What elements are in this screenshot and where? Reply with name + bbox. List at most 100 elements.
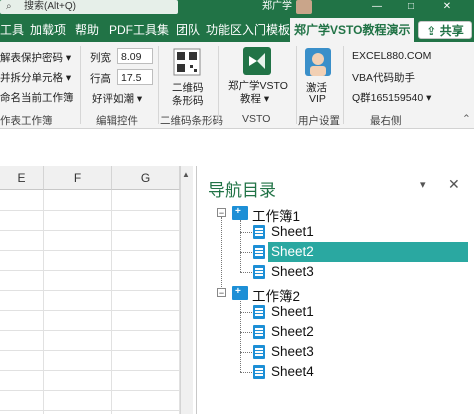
tree-wb2-sheet3[interactable]: Sheet3 [271,344,314,359]
column-header-f[interactable]: F [44,166,112,190]
minimize-button[interactable]: — [364,0,390,14]
ribbon-separator [296,46,297,124]
row-height-label: 行高 [90,73,111,85]
tab-tools[interactable]: 工具 [0,18,24,42]
search-text: 搜索(Alt+Q) [24,1,76,12]
vsto-tutorial-button[interactable]: 教程 ▾ [240,91,269,106]
share-label: 共享 [439,24,464,38]
tree-connector [240,332,252,333]
search-icon: ⌕ [6,1,12,12]
sheet-icon [253,345,265,359]
title-bar: ⌕ 搜索(Alt+Q) 郑广学 — □ ✕ [0,0,474,18]
tree-wb1-sheet3[interactable]: Sheet3 [271,264,314,279]
unprotect-sheet-button[interactable]: 解表保护密码 ▾ [0,50,71,65]
user-name[interactable]: 郑广学 [262,0,292,14]
share-icon: ⇪ [426,24,437,38]
ribbon-separator [343,46,344,124]
sheet-icon [253,265,265,279]
grid-line [0,290,180,291]
workbook-icon: + [232,206,248,220]
vip-avatar-icon[interactable] [305,48,331,79]
col-width-label: 列宽 [90,52,111,64]
workbook-icon: + [232,286,248,300]
column-header-g[interactable]: G [112,166,180,190]
sheet-icon [253,245,265,259]
column-header-e[interactable]: E [0,166,44,190]
formula-area [0,129,474,166]
rename-workbook-button[interactable]: 命名当前工作簿 [0,90,74,105]
excel880-link[interactable]: EXCEL880.COM [352,50,431,62]
tree-connector [240,220,241,272]
tab-help[interactable]: 帮助 [75,18,99,42]
tree-wb2-sheet2[interactable]: Sheet2 [271,324,314,339]
qq-group-button[interactable]: Q群165159540 ▾ [352,90,431,105]
tab-addins[interactable]: 加载项 [30,18,66,42]
sheet-icon [253,325,265,339]
vip-button-label[interactable]: VIP [309,93,326,105]
group-label-edit-controls: 编辑控件 [96,115,138,127]
tree-connector [221,217,222,293]
tab-pdf-tools[interactable]: PDF工具集 [109,18,169,42]
tree-workbook2[interactable]: 工作簿2 [252,285,300,305]
restore-button[interactable]: □ [398,0,424,14]
close-pane-icon[interactable]: ✕ [448,176,460,193]
barcode-button-label[interactable]: 条形码 [172,93,204,108]
sheet-icon [253,225,265,239]
share-button[interactable]: ⇪ 共享 [418,21,472,39]
grid-line [0,270,180,271]
vertical-scrollbar[interactable]: ▲ [180,166,193,414]
rating-dropdown[interactable]: 好评如潮 ▾ [92,91,142,106]
ribbon-tabs: 工具 加载项 帮助 PDF工具集 团队 功能区入门模板 郑广学VSTO教程演示 … [0,18,474,42]
group-label-user: 用户设置 [298,115,340,127]
collapse-ribbon-icon[interactable]: ⌃ [462,113,471,125]
vba-helper-button[interactable]: VBA代码助手 [352,70,415,85]
tab-team[interactable]: 团队 [176,18,200,42]
tab-vsto-demo[interactable]: 郑广学VSTO教程演示 [290,18,415,42]
tree-wb2-sheet1[interactable]: Sheet1 [271,304,314,319]
grid-line [0,390,180,391]
grid-line [0,410,180,411]
tab-ribbon-template[interactable]: 功能区入门模板 [206,18,290,42]
tree-connector [240,299,241,372]
collapse-workbook1-toggle[interactable]: − [217,208,226,218]
search-box[interactable]: ⌕ 搜索(Alt+Q) [0,0,178,14]
grid-line [0,310,180,311]
grid-line [0,230,180,231]
grid-line [0,210,180,211]
tree-connector [240,312,252,313]
sheet-icon [253,305,265,319]
sheet-icon [253,365,265,379]
grid-line [111,190,112,414]
collapse-workbook2-toggle[interactable]: − [217,288,226,298]
tree-workbook1[interactable]: 工作簿1 [252,205,300,225]
grid-line [0,350,180,351]
tree-connector [240,372,252,373]
scroll-up-arrow-icon[interactable]: ▲ [182,170,190,179]
nav-title: 导航目录 [208,181,276,200]
grid-line [0,250,180,251]
ribbon-separator [80,46,81,124]
ribbon-separator [218,46,219,124]
tree-wb2-sheet4[interactable]: Sheet4 [271,364,314,379]
col-width-input[interactable]: 8.09 [117,48,153,64]
close-button[interactable]: ✕ [434,0,460,14]
visual-studio-icon[interactable] [243,47,271,78]
tree-connector [240,352,252,353]
tree-connector [240,232,252,233]
qr-barcode-icon[interactable] [173,48,201,79]
pane-options-icon[interactable]: ▾ [420,178,426,191]
group-label-vsto: VSTO [242,113,271,125]
group-label-qr: 二维码条形码 [160,115,223,127]
ribbon-separator [158,46,159,124]
group-label-workbook: 作表工作簿 [0,115,53,127]
group-label-latest: 最右侧 [370,115,402,127]
tree-wb1-sheet2[interactable]: Sheet2 [271,244,314,259]
tree-connector [240,272,252,273]
split-cells-button[interactable]: 并拆分单元格 ▾ [0,70,71,85]
grid-line [0,330,180,331]
tree-wb1-sheet1[interactable]: Sheet1 [271,224,314,239]
grid-line [0,370,180,371]
row-height-input[interactable]: 17.5 [117,69,153,85]
avatar[interactable] [296,0,312,14]
grid-line [43,190,44,414]
